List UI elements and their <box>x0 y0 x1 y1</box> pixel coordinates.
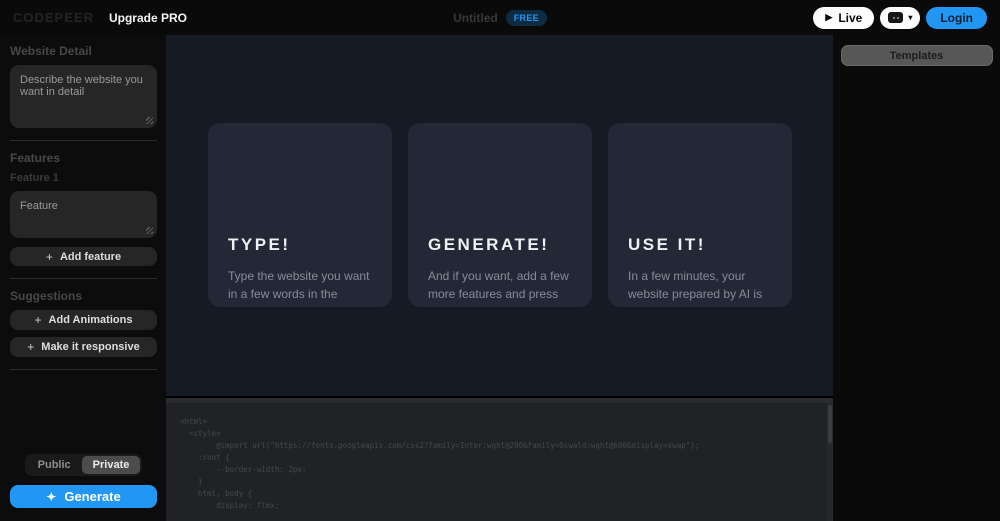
feature-input[interactable] <box>10 191 157 238</box>
generate-button[interactable]: ✦ Generate <box>10 485 157 508</box>
preview-canvas: TYPE! Type the website you want in a few… <box>166 35 833 396</box>
right-panel: Templates <box>833 35 1000 521</box>
device-preview-button[interactable]: ▾ <box>880 7 920 29</box>
onboarding-card-type: TYPE! Type the website you want in a few… <box>208 123 392 307</box>
card-title: GENERATE! <box>428 235 578 255</box>
feature-field-wrap <box>10 191 157 238</box>
plus-icon: + <box>35 313 42 327</box>
plan-badge: FREE <box>506 10 547 26</box>
sidebar-bottom-group: Public Private ✦ Generate <box>10 454 157 508</box>
card-title: TYPE! <box>228 235 378 255</box>
live-button-label: Live <box>838 11 862 25</box>
upgrade-pro-link[interactable]: Upgrade PRO <box>109 11 187 25</box>
code-line: @import url("https://fonts.googleapis.co… <box>180 440 819 452</box>
resize-grip-icon[interactable] <box>146 227 153 234</box>
add-feature-button[interactable]: + Add feature <box>10 247 157 266</box>
chevron-down-icon: ▾ <box>908 14 912 22</box>
suggestions-heading: Suggestions <box>10 289 157 303</box>
sidebar-divider <box>10 369 157 370</box>
topbar: CODEPEER Upgrade PRO Untitled FREE ▶ Liv… <box>0 0 1000 35</box>
app-root: CODEPEER Upgrade PRO Untitled FREE ▶ Liv… <box>0 0 1000 521</box>
sidebar-divider <box>10 278 157 279</box>
code-editor[interactable]: <html> <style> @import url("https://font… <box>166 398 833 521</box>
sparkle-icon: ✦ <box>46 491 56 503</box>
resize-grip-icon[interactable] <box>146 117 153 124</box>
code-line: display: flex; <box>180 500 819 512</box>
card-body: And if you want, add a few more features… <box>428 267 578 307</box>
website-detail-input[interactable] <box>10 65 157 128</box>
code-line: } <box>180 476 819 488</box>
device-preview-icon <box>888 12 903 23</box>
feature-1-label: Feature 1 <box>10 172 157 184</box>
code-line: --border-width: 2px; <box>180 464 819 476</box>
suggestion-label: Add Animations <box>49 314 133 326</box>
add-feature-label: Add feature <box>60 251 121 263</box>
plus-icon: + <box>46 250 53 264</box>
templates-button[interactable]: Templates <box>841 45 993 66</box>
code-line: :root { <box>180 452 819 464</box>
app-logo: CODEPEER <box>13 10 94 25</box>
project-title-group: Untitled FREE <box>453 0 547 35</box>
onboarding-card-generate: GENERATE! And if you want, add a few mor… <box>408 123 592 307</box>
visibility-private-option[interactable]: Private <box>82 456 141 474</box>
card-body: In a few minutes, your website prepared … <box>628 267 778 307</box>
topbar-actions: ▶ Live ▾ Login <box>813 7 987 29</box>
card-body: Type the website you want in a few words… <box>228 267 378 307</box>
visibility-public-option[interactable]: Public <box>27 456 82 474</box>
suggestion-make-responsive-button[interactable]: + Make it responsive <box>10 337 157 357</box>
code-line: <html> <box>180 416 819 428</box>
code-line: <style> <box>180 428 819 440</box>
onboarding-card-use-it: USE IT! In a few minutes, your website p… <box>608 123 792 307</box>
website-detail-heading: Website Detail <box>10 44 157 58</box>
center-column: TYPE! Type the website you want in a few… <box>166 35 833 521</box>
features-heading: Features <box>10 151 157 165</box>
project-name[interactable]: Untitled <box>453 11 498 25</box>
code-scrollbar[interactable] <box>827 403 833 521</box>
onboarding-cards: TYPE! Type the website you want in a few… <box>208 123 792 307</box>
code-lines: <html> <style> @import url("https://font… <box>166 403 833 512</box>
sidebar-divider <box>10 140 157 141</box>
plus-icon: + <box>27 340 34 354</box>
suggestion-label: Make it responsive <box>41 341 139 353</box>
website-detail-field-wrap <box>10 65 157 128</box>
card-title: USE IT! <box>628 235 778 255</box>
play-icon: ▶ <box>825 13 832 22</box>
code-scrollbar-thumb[interactable] <box>828 405 832 443</box>
generate-button-label: Generate <box>64 489 120 504</box>
live-button[interactable]: ▶ Live <box>813 7 874 29</box>
login-button[interactable]: Login <box>926 7 987 29</box>
visibility-toggle: Public Private <box>25 454 143 476</box>
sidebar: Website Detail Features Feature 1 + Add … <box>0 35 166 521</box>
code-line: html, body { <box>180 488 819 500</box>
content-area: Website Detail Features Feature 1 + Add … <box>0 35 1000 521</box>
suggestion-add-animations-button[interactable]: + Add Animations <box>10 310 157 330</box>
